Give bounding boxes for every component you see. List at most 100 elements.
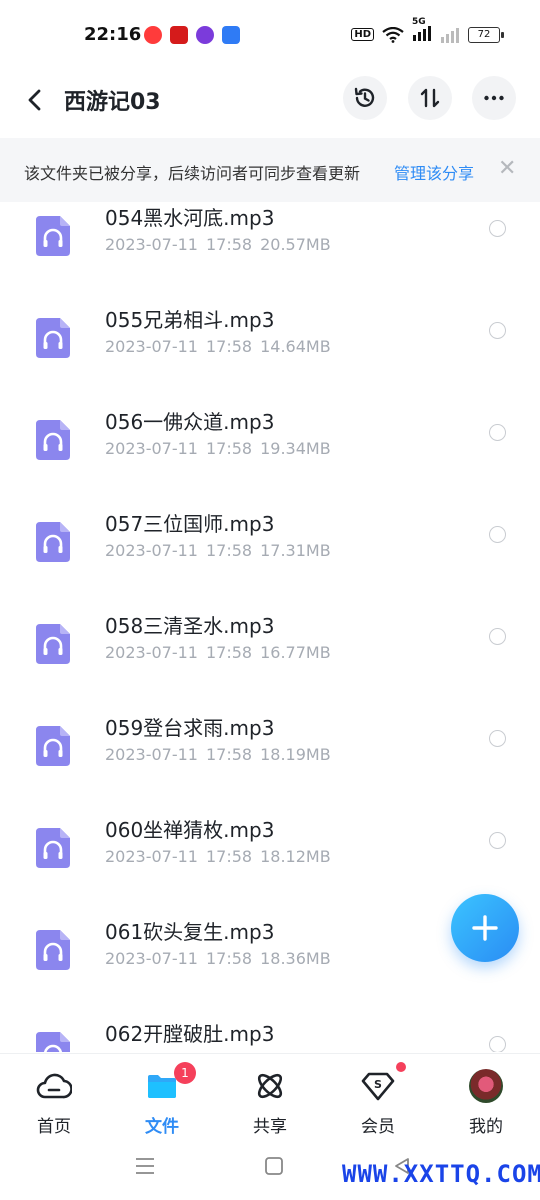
top-app-bar: 西游记03: [0, 72, 540, 136]
file-time: 17:58: [205, 643, 253, 662]
more-button[interactable]: [472, 76, 516, 120]
vip-notification-dot: [396, 1062, 406, 1072]
file-date: 2023-07-11: [105, 949, 198, 968]
manage-share-link[interactable]: 管理该分享: [394, 160, 474, 184]
hd-indicator: HD: [351, 28, 374, 41]
file-meta: 2023-07-11 17:58 18.36MB: [105, 949, 339, 968]
file-time: 17:58: [205, 847, 253, 866]
select-radio[interactable]: [489, 220, 506, 237]
select-radio[interactable]: [489, 424, 506, 441]
file-meta: 2023-07-11 17:58 16.77MB: [105, 643, 339, 662]
wifi-icon: [382, 26, 404, 43]
file-name: 057三位国师.mp3: [105, 512, 275, 536]
select-radio[interactable]: [489, 832, 506, 849]
select-radio[interactable]: [489, 730, 506, 747]
battery-icon: 72: [468, 26, 504, 43]
file-name: 061砍头复生.mp3: [105, 920, 275, 944]
audio-file-icon: [36, 420, 70, 460]
home-square-icon[interactable]: [264, 1156, 284, 1176]
share-atom-icon: [257, 1073, 283, 1099]
signal-empty-icon: [441, 27, 459, 43]
nav-label-vip: 会员: [361, 1117, 395, 1137]
file-time: 17:58: [205, 541, 253, 560]
file-meta: 2023-07-11 17:58 18.12MB: [105, 847, 339, 866]
plus-icon: [472, 915, 498, 941]
file-meta: 2023-07-11 17:58 14.64MB: [105, 337, 339, 356]
status-indicators: HD 5G 72: [351, 17, 504, 44]
file-size: 18.36MB: [260, 949, 331, 968]
file-size: 18.12MB: [260, 847, 331, 866]
file-row[interactable]: 056一佛众道.mp3 2023-07-11 17:58 19.34MB: [0, 406, 540, 508]
file-time: 17:58: [205, 439, 253, 458]
chevron-left-icon[interactable]: [22, 86, 50, 114]
svg-text:S: S: [374, 1078, 382, 1091]
file-date: 2023-07-11: [105, 541, 198, 560]
audio-file-icon: [36, 1032, 70, 1052]
vip-diamond-icon: S: [361, 1072, 395, 1101]
file-time: 17:58: [205, 235, 253, 254]
file-size: 19.34MB: [260, 439, 331, 458]
history-icon: [354, 87, 375, 107]
file-date: 2023-07-11: [105, 235, 198, 254]
share-notice-text: 该文件夹已被分享，后续访问者可同步查看更新: [24, 164, 361, 183]
select-radio[interactable]: [489, 322, 506, 339]
nav-item-vip[interactable]: S 会员: [324, 1054, 432, 1140]
file-row[interactable]: 057三位国师.mp3 2023-07-11 17:58 17.31MB: [0, 508, 540, 610]
file-size: 20.57MB: [260, 235, 331, 254]
nav-item-home[interactable]: 首页: [0, 1054, 108, 1140]
audio-file-icon: [36, 624, 70, 664]
status-bar: 22:16 HD 5G 72: [0, 0, 540, 72]
file-row[interactable]: 059登台求雨.mp3 2023-07-11 17:58 18.19MB: [0, 712, 540, 814]
avatar-icon[interactable]: [469, 1069, 503, 1103]
file-row[interactable]: 055兄弟相斗.mp3 2023-07-11 17:58 14.64MB: [0, 304, 540, 406]
file-name: 056一佛众道.mp3: [105, 410, 275, 434]
network-type-label: 5G: [412, 17, 426, 27]
file-size: 17.31MB: [260, 541, 331, 560]
nav-item-share[interactable]: 共享: [216, 1054, 324, 1140]
file-meta: 2023-07-11 17:58 18.19MB: [105, 745, 339, 764]
watermark-text: WWW.XXTTQ.COM: [342, 1160, 540, 1188]
file-row[interactable]: 054黑水河底.mp3 2023-07-11 17:58 20.57MB: [0, 202, 540, 304]
file-row[interactable]: 058三清圣水.mp3 2023-07-11 17:58 16.77MB: [0, 610, 540, 712]
file-date: 2023-07-11: [105, 643, 198, 662]
file-meta: 2023-07-11 17:58 19.34MB: [105, 439, 339, 458]
history-button[interactable]: [343, 76, 387, 120]
file-size: 18.19MB: [260, 745, 331, 764]
app-notification-icon: [170, 26, 188, 44]
sort-icon: [420, 88, 440, 108]
file-size: 14.64MB: [260, 337, 331, 356]
file-row[interactable]: 062开膛破肚.mp3: [0, 1018, 540, 1052]
audio-file-icon: [36, 726, 70, 766]
audio-file-icon: [36, 930, 70, 970]
page-title: 西游记03: [64, 90, 161, 115]
bottom-navigation: 首页 文件 共享 S 会员 我的: [0, 1053, 540, 1140]
signal-icon: [413, 26, 431, 41]
file-meta: 2023-07-11 17:58 20.57MB: [105, 235, 339, 254]
file-row[interactable]: 060坐禅猜枚.mp3 2023-07-11 17:58 18.12MB: [0, 814, 540, 916]
file-meta: [105, 1051, 129, 1052]
file-meta: 2023-07-11 17:58 17.31MB: [105, 541, 339, 560]
select-radio[interactable]: [489, 1036, 506, 1052]
app-notification-icon: [144, 26, 162, 44]
select-radio[interactable]: [489, 526, 506, 543]
nav-item-files[interactable]: 文件: [108, 1054, 216, 1140]
nav-label-share: 共享: [253, 1117, 287, 1137]
file-size: 16.77MB: [260, 643, 331, 662]
file-time: 17:58: [205, 745, 253, 764]
share-notice-banner: 该文件夹已被分享，后续访问者可同步查看更新 管理该分享 ✕: [0, 138, 540, 202]
file-name: 058三清圣水.mp3: [105, 614, 275, 638]
close-icon[interactable]: ✕: [498, 158, 516, 180]
file-date: 2023-07-11: [105, 745, 198, 764]
sort-button[interactable]: [408, 76, 452, 120]
file-date: 2023-07-11: [105, 337, 198, 356]
nav-label-home: 首页: [37, 1117, 71, 1137]
status-time: 22:16: [84, 24, 142, 45]
file-name: 054黑水河底.mp3: [105, 206, 275, 230]
nav-label-files: 文件: [145, 1117, 179, 1137]
nav-label-me: 我的: [469, 1117, 503, 1137]
more-icon: [484, 95, 504, 101]
cloud-home-icon: [36, 1073, 72, 1099]
menu-icon[interactable]: [134, 1156, 156, 1176]
select-radio[interactable]: [489, 628, 506, 645]
add-button[interactable]: [451, 894, 519, 962]
